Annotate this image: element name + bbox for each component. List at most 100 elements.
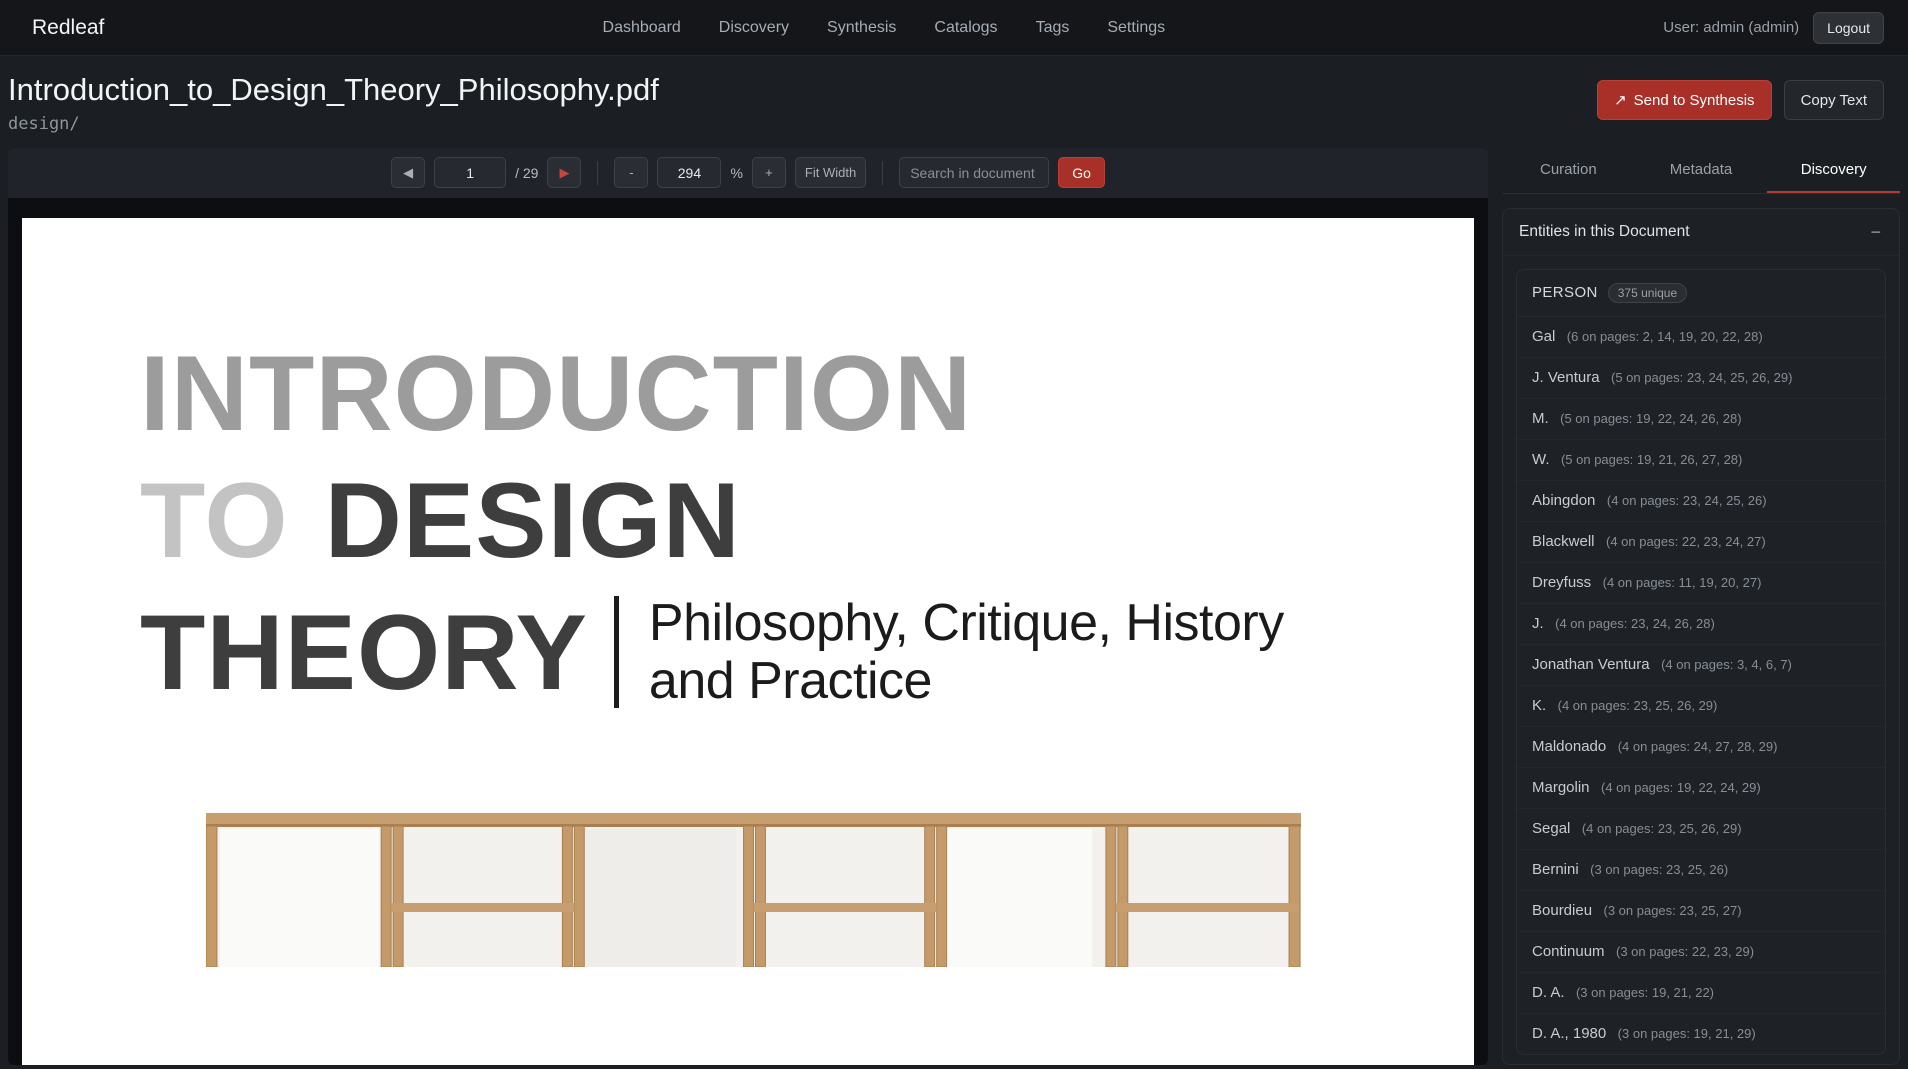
entity-pages: (4 on pages: 23, 25, 26, 29) xyxy=(1582,821,1742,836)
entity-name: Dreyfuss xyxy=(1532,574,1591,591)
tab-curation[interactable]: Curation xyxy=(1502,148,1635,193)
entity-row[interactable]: Gal (6 on pages: 2, 14, 19, 20, 22, 28) xyxy=(1517,317,1885,357)
entity-pages: (4 on pages: 24, 27, 28, 29) xyxy=(1618,739,1778,754)
zoom-out-button[interactable]: - xyxy=(614,157,648,188)
zoom-in-button[interactable]: + xyxy=(752,157,786,188)
entity-row[interactable]: M. (5 on pages: 19, 22, 24, 26, 28) xyxy=(1517,398,1885,439)
cover-subtitle-line2: and Practice xyxy=(649,652,1284,711)
entity-group-name: PERSON xyxy=(1532,284,1598,301)
entity-pages: (4 on pages: 23, 25, 26, 29) xyxy=(1558,698,1718,713)
search-input[interactable] xyxy=(899,157,1049,188)
entity-row[interactable]: J. Ventura (5 on pages: 23, 24, 25, 26, … xyxy=(1517,357,1885,398)
pdf-page: INTRODUCTION TO DESIGN THEORY Philosophy… xyxy=(22,218,1474,1065)
entity-name: Maldonado xyxy=(1532,738,1606,755)
entity-name: J. xyxy=(1532,615,1544,632)
viewer-toolbar: ◀ / 29 ▶ - % + Fit Width Go xyxy=(8,148,1488,198)
entity-name: Continuum xyxy=(1532,943,1605,960)
entity-row[interactable]: D. A. (3 on pages: 19, 21, 22) xyxy=(1517,972,1885,1013)
current-user-label: User: admin (admin) xyxy=(1663,19,1799,36)
entity-pages: (3 on pages: 22, 23, 29) xyxy=(1616,944,1754,959)
entities-panel-header: Entities in this Document − xyxy=(1503,209,1899,256)
entity-name: Abingdon xyxy=(1532,492,1595,509)
entity-list: Gal (6 on pages: 2, 14, 19, 20, 22, 28) … xyxy=(1517,317,1885,1054)
entity-row[interactable]: Maldonado (4 on pages: 24, 27, 28, 29) xyxy=(1517,726,1885,767)
entity-pages: (4 on pages: 3, 4, 6, 7) xyxy=(1661,657,1792,672)
shelf-photo xyxy=(206,807,1301,967)
entity-name: Blackwell xyxy=(1532,533,1595,550)
entity-pages: (4 on pages: 23, 24, 26, 28) xyxy=(1555,616,1715,631)
main-nav: Dashboard Discovery Synthesis Catalogs Tags S… xyxy=(104,19,1663,37)
nav-item-dashboard[interactable]: Dashboard xyxy=(603,19,681,37)
entity-group-header[interactable]: PERSON 375 unique xyxy=(1517,270,1885,317)
person-entity-card: PERSON 375 unique Gal (6 on pages: 2, 14… xyxy=(1516,269,1886,1055)
toolbar-divider xyxy=(597,161,598,185)
zoom-level-input[interactable] xyxy=(657,157,721,188)
cover-title-line2: TO DESIGN xyxy=(140,467,1474,574)
entity-name: W. xyxy=(1532,451,1550,468)
breadcrumb[interactable]: design/ xyxy=(8,114,659,134)
right-sidebar: CurationMetadataDiscovery Entities in th… xyxy=(1502,148,1900,1065)
send-to-synthesis-label: Send to Synthesis xyxy=(1634,92,1755,109)
entity-row[interactable]: Dreyfuss (4 on pages: 11, 19, 20, 27) xyxy=(1517,562,1885,603)
app-logo[interactable]: Redleaf xyxy=(32,16,104,40)
tab-discovery[interactable]: Discovery xyxy=(1767,148,1900,193)
search-go-button[interactable]: Go xyxy=(1058,157,1105,188)
sidebar-tabbar: CurationMetadataDiscovery xyxy=(1502,148,1900,194)
fit-width-button[interactable]: Fit Width xyxy=(795,157,866,188)
prev-page-button[interactable]: ◀ xyxy=(391,157,425,188)
entity-name: Bourdieu xyxy=(1532,902,1592,919)
nav-item-settings[interactable]: Settings xyxy=(1107,19,1165,37)
top-navbar: Redleaf Dashboard Discovery Synthesis Catal… xyxy=(0,0,1908,56)
nav-item-catalogs[interactable]: Catalogs xyxy=(934,19,997,37)
copy-text-button[interactable]: Copy Text xyxy=(1784,80,1884,120)
entity-pages: (4 on pages: 19, 22, 24, 29) xyxy=(1601,780,1761,795)
entity-row[interactable]: Continuum (3 on pages: 22, 23, 29) xyxy=(1517,931,1885,972)
nav-item-tags[interactable]: Tags xyxy=(1036,19,1070,37)
entity-name: D. A. xyxy=(1532,984,1565,1001)
entity-name: Gal xyxy=(1532,328,1555,345)
entity-name: K. xyxy=(1532,697,1546,714)
entity-name: Margolin xyxy=(1532,779,1590,796)
entities-panel-title: Entities in this Document xyxy=(1519,223,1690,241)
percent-label: % xyxy=(730,165,742,181)
entity-row[interactable]: Bernini (3 on pages: 23, 25, 26) xyxy=(1517,849,1885,890)
entity-row[interactable]: Blackwell (4 on pages: 22, 23, 24, 27) xyxy=(1517,521,1885,562)
entity-row[interactable]: K. (4 on pages: 23, 25, 26, 29) xyxy=(1517,685,1885,726)
entity-pages: (4 on pages: 22, 23, 24, 27) xyxy=(1606,534,1766,549)
page-number-input[interactable] xyxy=(434,157,506,188)
tab-metadata[interactable]: Metadata xyxy=(1635,148,1768,193)
cover-title-to: TO xyxy=(140,467,289,574)
entity-pages: (5 on pages: 19, 22, 24, 26, 28) xyxy=(1560,411,1741,426)
content-area: ◀ / 29 ▶ - % + Fit Width Go INTRODUCTION… xyxy=(0,148,1908,1065)
entities-panel: Entities in this Document − PERSON 375 u… xyxy=(1502,208,1900,1065)
entity-row[interactable]: Jonathan Ventura (4 on pages: 3, 4, 6, 7… xyxy=(1517,644,1885,685)
entity-pages: (3 on pages: 19, 21, 22) xyxy=(1576,985,1714,1000)
collapse-panel-button[interactable]: − xyxy=(1868,223,1883,241)
entity-row[interactable]: Abingdon (4 on pages: 23, 24, 25, 26) xyxy=(1517,480,1885,521)
send-to-synthesis-button[interactable]: ↗ Send to Synthesis xyxy=(1597,80,1772,120)
entity-row[interactable]: Bourdieu (3 on pages: 23, 25, 27) xyxy=(1517,890,1885,931)
toolbar-divider xyxy=(882,161,883,185)
document-header: Introduction_to_Design_Theory_Philosophy… xyxy=(0,56,1908,148)
entity-pages: (5 on pages: 19, 21, 26, 27, 28) xyxy=(1561,452,1742,467)
cover-title-line1: INTRODUCTION xyxy=(140,340,1474,447)
entity-row[interactable]: J. (4 on pages: 23, 24, 26, 28) xyxy=(1517,603,1885,644)
next-page-button[interactable]: ▶ xyxy=(547,157,581,188)
entity-name: D. A., 1980 xyxy=(1532,1025,1606,1042)
header-actions: ↗ Send to Synthesis Copy Text xyxy=(1597,80,1884,120)
entity-row[interactable]: D. A., 1980 (3 on pages: 19, 21, 29) xyxy=(1517,1013,1885,1054)
entity-name: Segal xyxy=(1532,820,1570,837)
document-header-text: Introduction_to_Design_Theory_Philosophy… xyxy=(8,72,659,134)
arrow-up-right-icon: ↗ xyxy=(1614,91,1627,109)
viewer-canvas[interactable]: INTRODUCTION TO DESIGN THEORY Philosophy… xyxy=(8,198,1488,1065)
entity-pages: (3 on pages: 19, 21, 29) xyxy=(1618,1026,1756,1041)
entity-row[interactable]: Margolin (4 on pages: 19, 22, 24, 29) xyxy=(1517,767,1885,808)
entity-pages: (4 on pages: 23, 24, 25, 26) xyxy=(1607,493,1767,508)
nav-item-synthesis[interactable]: Synthesis xyxy=(827,19,896,37)
page-total-label: / 29 xyxy=(515,165,538,181)
entity-row[interactable]: W. (5 on pages: 19, 21, 26, 27, 28) xyxy=(1517,439,1885,480)
nav-item-discovery[interactable]: Discovery xyxy=(719,19,789,37)
entity-pages: (4 on pages: 11, 19, 20, 27) xyxy=(1603,575,1762,590)
logout-button[interactable]: Logout xyxy=(1813,12,1884,44)
entity-row[interactable]: Segal (4 on pages: 23, 25, 26, 29) xyxy=(1517,808,1885,849)
